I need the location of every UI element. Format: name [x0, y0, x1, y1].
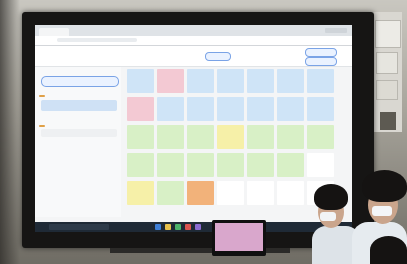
taskbar: [35, 222, 352, 232]
schedule-cell[interactable]: [307, 69, 334, 93]
app-icon[interactable]: [195, 224, 201, 230]
browser-tab-bar: [35, 25, 352, 36]
tablet: [212, 220, 266, 256]
classroom-photo: [0, 0, 407, 264]
schedule-cell[interactable]: [187, 125, 214, 149]
app-icon[interactable]: [165, 224, 171, 230]
schedule-cell[interactable]: [157, 97, 184, 121]
sidebar-section-marker: [39, 125, 45, 127]
app-icon[interactable]: [155, 224, 161, 230]
schedule-cell[interactable]: [277, 153, 304, 177]
header-pill[interactable]: [305, 57, 337, 66]
schedule-cell[interactable]: [187, 153, 214, 177]
wall-sign: [376, 80, 398, 100]
schedule-cell[interactable]: [187, 97, 214, 121]
schedule-cell[interactable]: [157, 153, 184, 177]
student-hair: [314, 184, 348, 210]
schedule-cell[interactable]: [307, 97, 334, 121]
sidebar-section-marker: [39, 95, 45, 97]
schedule-cell[interactable]: [247, 181, 274, 205]
schedule-cell[interactable]: [187, 181, 214, 205]
schedule-cell[interactable]: [157, 181, 184, 205]
schedule-cell[interactable]: [247, 153, 274, 177]
schedule-cell[interactable]: [217, 69, 244, 93]
wall-sign: [376, 52, 398, 74]
schedule-cell[interactable]: [277, 97, 304, 121]
schedule-cell[interactable]: [247, 69, 274, 93]
schedule-cell[interactable]: [247, 125, 274, 149]
schedule-cell[interactable]: [277, 125, 304, 149]
photo-edge: [0, 0, 20, 264]
schedule-cell[interactable]: [217, 153, 244, 177]
schedule-cell[interactable]: [217, 97, 244, 121]
address-bar[interactable]: [35, 36, 352, 46]
schedule-cell[interactable]: [127, 69, 154, 93]
projected-screen: [35, 25, 352, 232]
search-box[interactable]: [49, 224, 109, 230]
app-header: [35, 46, 352, 67]
url-field[interactable]: [57, 38, 137, 42]
sidebar-item[interactable]: [41, 129, 117, 137]
schedule-cell[interactable]: [187, 69, 214, 93]
app-icon[interactable]: [175, 224, 181, 230]
app-icon[interactable]: [185, 224, 191, 230]
browser-tab[interactable]: [39, 28, 69, 36]
schedule-cell[interactable]: [127, 181, 154, 205]
header-pill[interactable]: [205, 52, 231, 61]
schedule-cell[interactable]: [157, 125, 184, 149]
schedule-cell[interactable]: [217, 181, 244, 205]
wall-sign: [380, 112, 396, 130]
tablet-screen: [215, 223, 263, 251]
student-head: [370, 236, 407, 264]
schedule-cell[interactable]: [217, 125, 244, 149]
sidebar-button[interactable]: [41, 76, 119, 87]
student-hair: [362, 170, 407, 202]
sidebar: [35, 67, 121, 217]
schedule-cell[interactable]: [127, 153, 154, 177]
schedule-cell[interactable]: [277, 181, 304, 205]
wall-sign: [375, 20, 401, 48]
schedule-cell[interactable]: [277, 69, 304, 93]
header-pill[interactable]: [305, 48, 337, 57]
face-mask: [372, 206, 392, 216]
sidebar-item-selected[interactable]: [41, 100, 117, 111]
face-mask: [320, 212, 336, 221]
schedule-cell[interactable]: [307, 125, 334, 149]
schedule-cell[interactable]: [307, 153, 334, 177]
window-controls[interactable]: [325, 28, 347, 33]
schedule-cell[interactable]: [127, 97, 154, 121]
schedule-cell[interactable]: [127, 125, 154, 149]
schedule-cell[interactable]: [247, 97, 274, 121]
schedule-cell[interactable]: [157, 69, 184, 93]
